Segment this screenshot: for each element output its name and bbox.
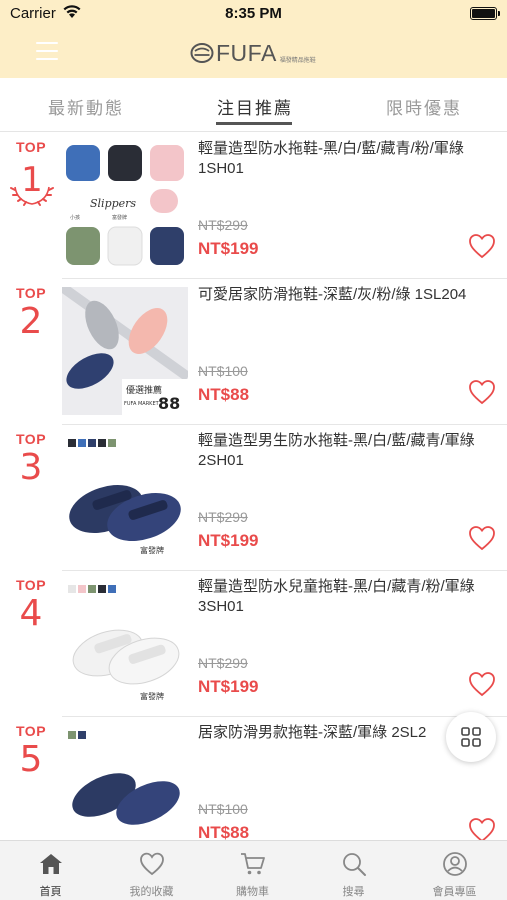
- rank-top-label: TOP: [16, 139, 47, 155]
- product-list[interactable]: TOP 1 Slippers 小孩 富發牌 輕量造型防水拖鞋-黑/白/藍/藏青/…: [0, 133, 507, 840]
- grid-view-button[interactable]: [446, 712, 496, 762]
- heart-icon[interactable]: [468, 525, 496, 551]
- nav-label: 我的收藏: [129, 886, 174, 898]
- rank-number: 4: [19, 593, 43, 634]
- image-caption: 小孩: [70, 214, 80, 221]
- product-image[interactable]: 富發牌: [62, 433, 188, 561]
- sale-price: NT$199: [198, 239, 259, 258]
- image-caption: 富發牌: [140, 691, 164, 701]
- heart-icon: [140, 852, 164, 876]
- nav-home[interactable]: 首頁: [0, 841, 101, 900]
- product-title[interactable]: 輕量造型男生防水拖鞋-黑/白/藍/藏青/軍綠 2SH01: [198, 431, 494, 471]
- original-price: NT$299: [198, 509, 248, 525]
- logo-mark-icon: [190, 43, 214, 63]
- sale-price: NT$88: [198, 385, 250, 404]
- tab-latest[interactable]: 最新動態: [48, 94, 124, 119]
- product-image[interactable]: Slippers 小孩 富發牌: [62, 141, 188, 269]
- fufa-logo: FUFA 福發精品拖鞋: [190, 40, 316, 66]
- image-caption: 優選推薦: [126, 384, 162, 396]
- nav-favorites[interactable]: 我的收藏: [101, 841, 202, 900]
- product-title[interactable]: 輕量造型防水兒童拖鞋-黑/白/藏青/粉/軍綠 3SH01: [198, 577, 494, 617]
- rank-number: 3: [19, 447, 43, 488]
- product-image[interactable]: 富發牌: [62, 579, 188, 707]
- heart-icon[interactable]: [468, 817, 496, 840]
- original-price: NT$100: [198, 801, 248, 817]
- heart-icon[interactable]: [468, 379, 496, 405]
- product-row[interactable]: TOP 4 富發牌 輕量造型防水兒童拖鞋-黑/白/藏青/粉/軍綠 3SH01 N…: [0, 571, 507, 717]
- grid-icon: [461, 727, 481, 747]
- active-tab-indicator: [216, 122, 292, 125]
- nav-label: 搜尋: [342, 886, 365, 898]
- home-icon: [40, 854, 62, 874]
- tab-limited-offer[interactable]: 限時優惠: [386, 94, 462, 119]
- rank-number: 2: [19, 301, 43, 342]
- rank-top-label: TOP: [16, 577, 47, 593]
- sale-price: NT$199: [198, 531, 259, 550]
- heart-icon[interactable]: [468, 671, 496, 697]
- nav-search[interactable]: 搜尋: [303, 841, 404, 900]
- image-caption: Slippers: [90, 197, 136, 210]
- nav-label: 首頁: [39, 886, 62, 898]
- bottom-navigation: 首頁 我的收藏 購物車 搜尋 會員專區: [0, 840, 507, 900]
- nav-label: 會員專區: [432, 886, 477, 898]
- rank-top-label: TOP: [16, 285, 47, 301]
- battery-icon: [470, 7, 500, 20]
- hamburger-menu-icon[interactable]: [36, 42, 58, 62]
- nav-cart[interactable]: 購物車: [202, 841, 303, 900]
- user-icon: [443, 852, 467, 876]
- nav-label: 購物車: [236, 886, 269, 898]
- product-row[interactable]: TOP 2 優選推薦 FUFA MARKET 88 可愛居家防滑拖鞋-深藍/灰/…: [0, 279, 507, 425]
- category-tabs: 最新動態 注目推薦 限時優惠: [0, 78, 507, 132]
- product-title[interactable]: 可愛居家防滑拖鞋-深藍/灰/粉/綠 1SL204: [198, 285, 494, 305]
- clock: 8:35 PM: [225, 5, 282, 22]
- nav-member[interactable]: 會員專區: [404, 841, 505, 900]
- brand-name: FUFA: [216, 39, 277, 66]
- product-row[interactable]: TOP 1 Slippers 小孩 富發牌 輕量造型防水拖鞋-黑/白/藍/藏青/…: [0, 133, 507, 279]
- product-image[interactable]: 優選推薦 FUFA MARKET 88: [62, 287, 188, 415]
- product-title[interactable]: 輕量造型防水拖鞋-黑/白/藍/藏青/粉/軍綠 1SH01: [198, 139, 494, 179]
- rank-top-label: TOP: [16, 723, 47, 739]
- product-image[interactable]: [62, 725, 188, 840]
- image-caption: 富發牌: [140, 545, 164, 555]
- image-caption: FUFA MARKET: [124, 401, 160, 407]
- rank-top-label: TOP: [16, 431, 47, 447]
- original-price: NT$299: [198, 217, 248, 233]
- app-header: Carrier 8:35 PM FUFA 福發精品拖鞋: [0, 0, 507, 78]
- rank-number: 1: [21, 160, 43, 200]
- sale-price: NT$199: [198, 677, 259, 696]
- image-caption: 富發牌: [112, 214, 127, 221]
- brand-subtitle: 福發精品拖鞋: [279, 57, 316, 64]
- original-price: NT$299: [198, 655, 248, 671]
- status-bar: Carrier 8:35 PM: [0, 0, 507, 28]
- search-icon: [343, 853, 366, 876]
- sale-price: NT$88: [198, 823, 250, 840]
- laurel-rank-icon: 1: [10, 160, 54, 206]
- rank-number: 5: [19, 739, 43, 780]
- tab-recommended[interactable]: 注目推薦: [217, 94, 293, 119]
- image-caption: 88: [158, 394, 180, 413]
- cart-icon: [241, 853, 265, 875]
- product-row[interactable]: TOP 3 富發牌 輕量造型男生防水拖鞋-黑/白/藍/藏青/軍綠 2SH01 N…: [0, 425, 507, 571]
- product-row[interactable]: TOP 5 居家防滑男款拖鞋-深藍/軍綠 2SL2 NT$100 NT$88: [0, 717, 507, 840]
- heart-icon[interactable]: [468, 233, 496, 259]
- original-price: NT$100: [198, 363, 248, 379]
